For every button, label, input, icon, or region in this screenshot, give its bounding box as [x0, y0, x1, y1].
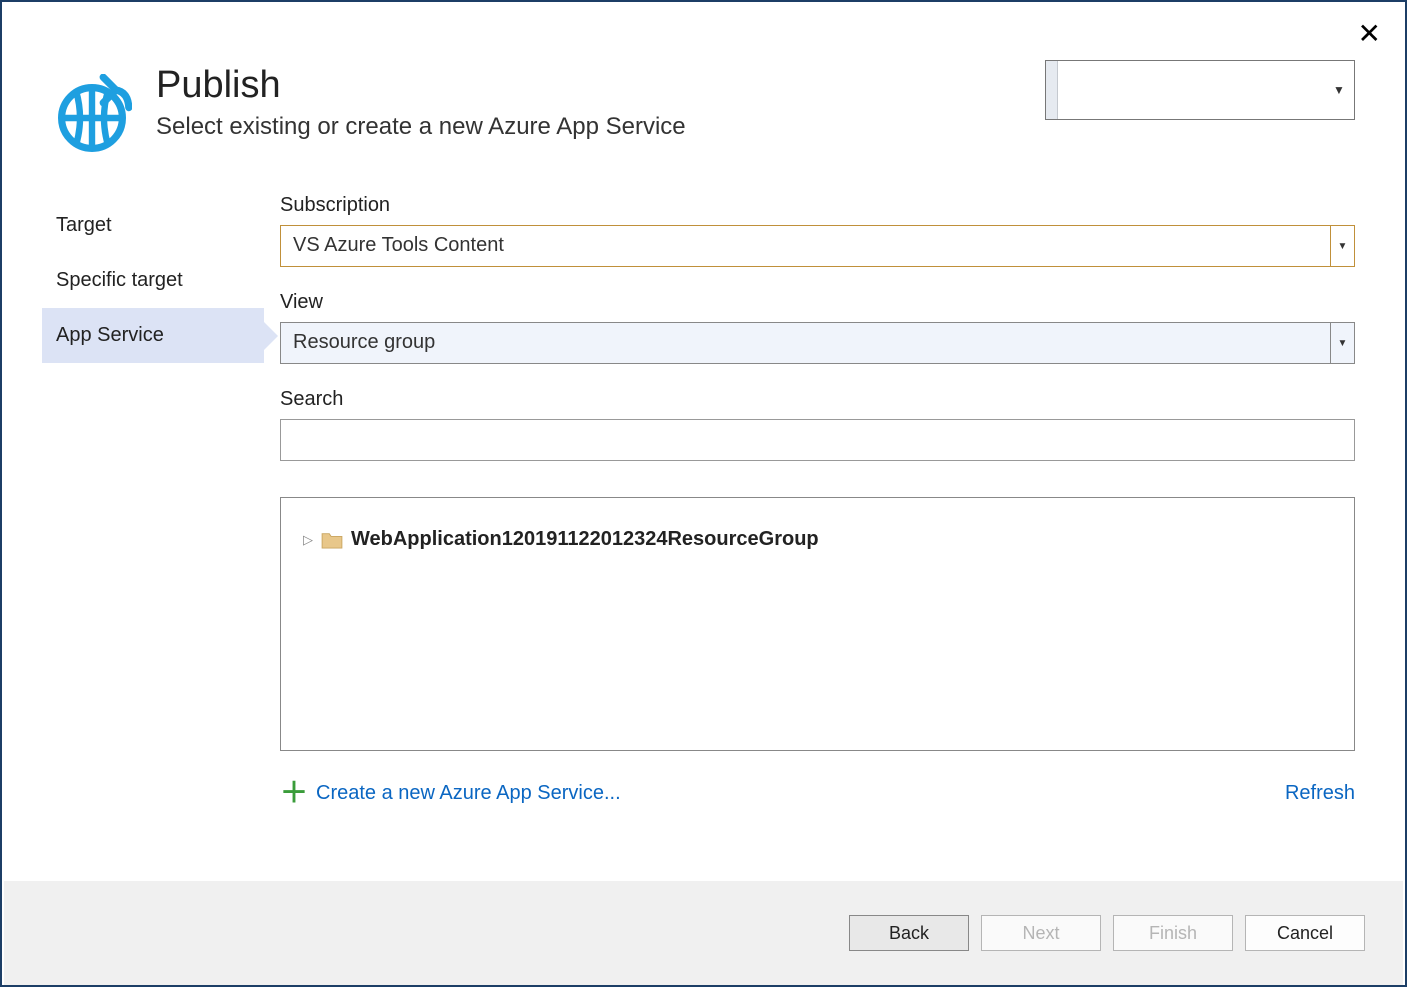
plus-icon: ＋ — [280, 779, 308, 807]
search-label: Search — [280, 388, 1355, 411]
sidebar-item-specific-target[interactable]: Specific target — [42, 253, 264, 308]
create-app-service-link[interactable]: ＋ Create a new Azure App Service... — [280, 779, 621, 807]
sidebar-item-app-service[interactable]: App Service — [42, 308, 264, 363]
sidebar-item-target[interactable]: Target — [42, 198, 264, 253]
account-dropdown[interactable]: ▼ — [1045, 60, 1355, 120]
refresh-link[interactable]: Refresh — [1285, 782, 1355, 805]
resource-tree[interactable]: ▷ WebApplication120191122012324ResourceG… — [280, 497, 1355, 751]
wizard-sidebar: Target Specific target App Service — [2, 190, 264, 807]
dialog-footer: Back Next Finish Cancel — [4, 881, 1403, 985]
folder-icon — [321, 531, 343, 549]
view-label: View — [280, 291, 1355, 314]
view-value: Resource group — [281, 323, 1330, 363]
chevron-down-icon[interactable]: ▼ — [1330, 323, 1354, 363]
subscription-label: Subscription — [280, 194, 1355, 217]
dialog-header: Publish Select existing or create a new … — [2, 2, 1405, 154]
tree-item[interactable]: ▷ WebApplication120191122012324ResourceG… — [297, 528, 1338, 551]
finish-button: Finish — [1113, 915, 1233, 951]
subscription-value: VS Azure Tools Content — [281, 226, 1330, 266]
cancel-button[interactable]: Cancel — [1245, 915, 1365, 951]
next-button: Next — [981, 915, 1101, 951]
create-link-label: Create a new Azure App Service... — [316, 782, 621, 805]
tree-item-label: WebApplication120191122012324ResourceGro… — [351, 528, 819, 551]
back-button[interactable]: Back — [849, 915, 969, 951]
search-input[interactable] — [280, 419, 1355, 461]
chevron-down-icon: ▼ — [1324, 61, 1354, 119]
chevron-right-icon[interactable]: ▷ — [303, 532, 313, 548]
view-select[interactable]: Resource group ▼ — [280, 322, 1355, 364]
globe-arrow-icon — [52, 74, 132, 154]
chevron-down-icon[interactable]: ▼ — [1330, 226, 1354, 266]
account-strip — [1046, 61, 1058, 119]
subscription-select[interactable]: VS Azure Tools Content ▼ — [280, 225, 1355, 267]
